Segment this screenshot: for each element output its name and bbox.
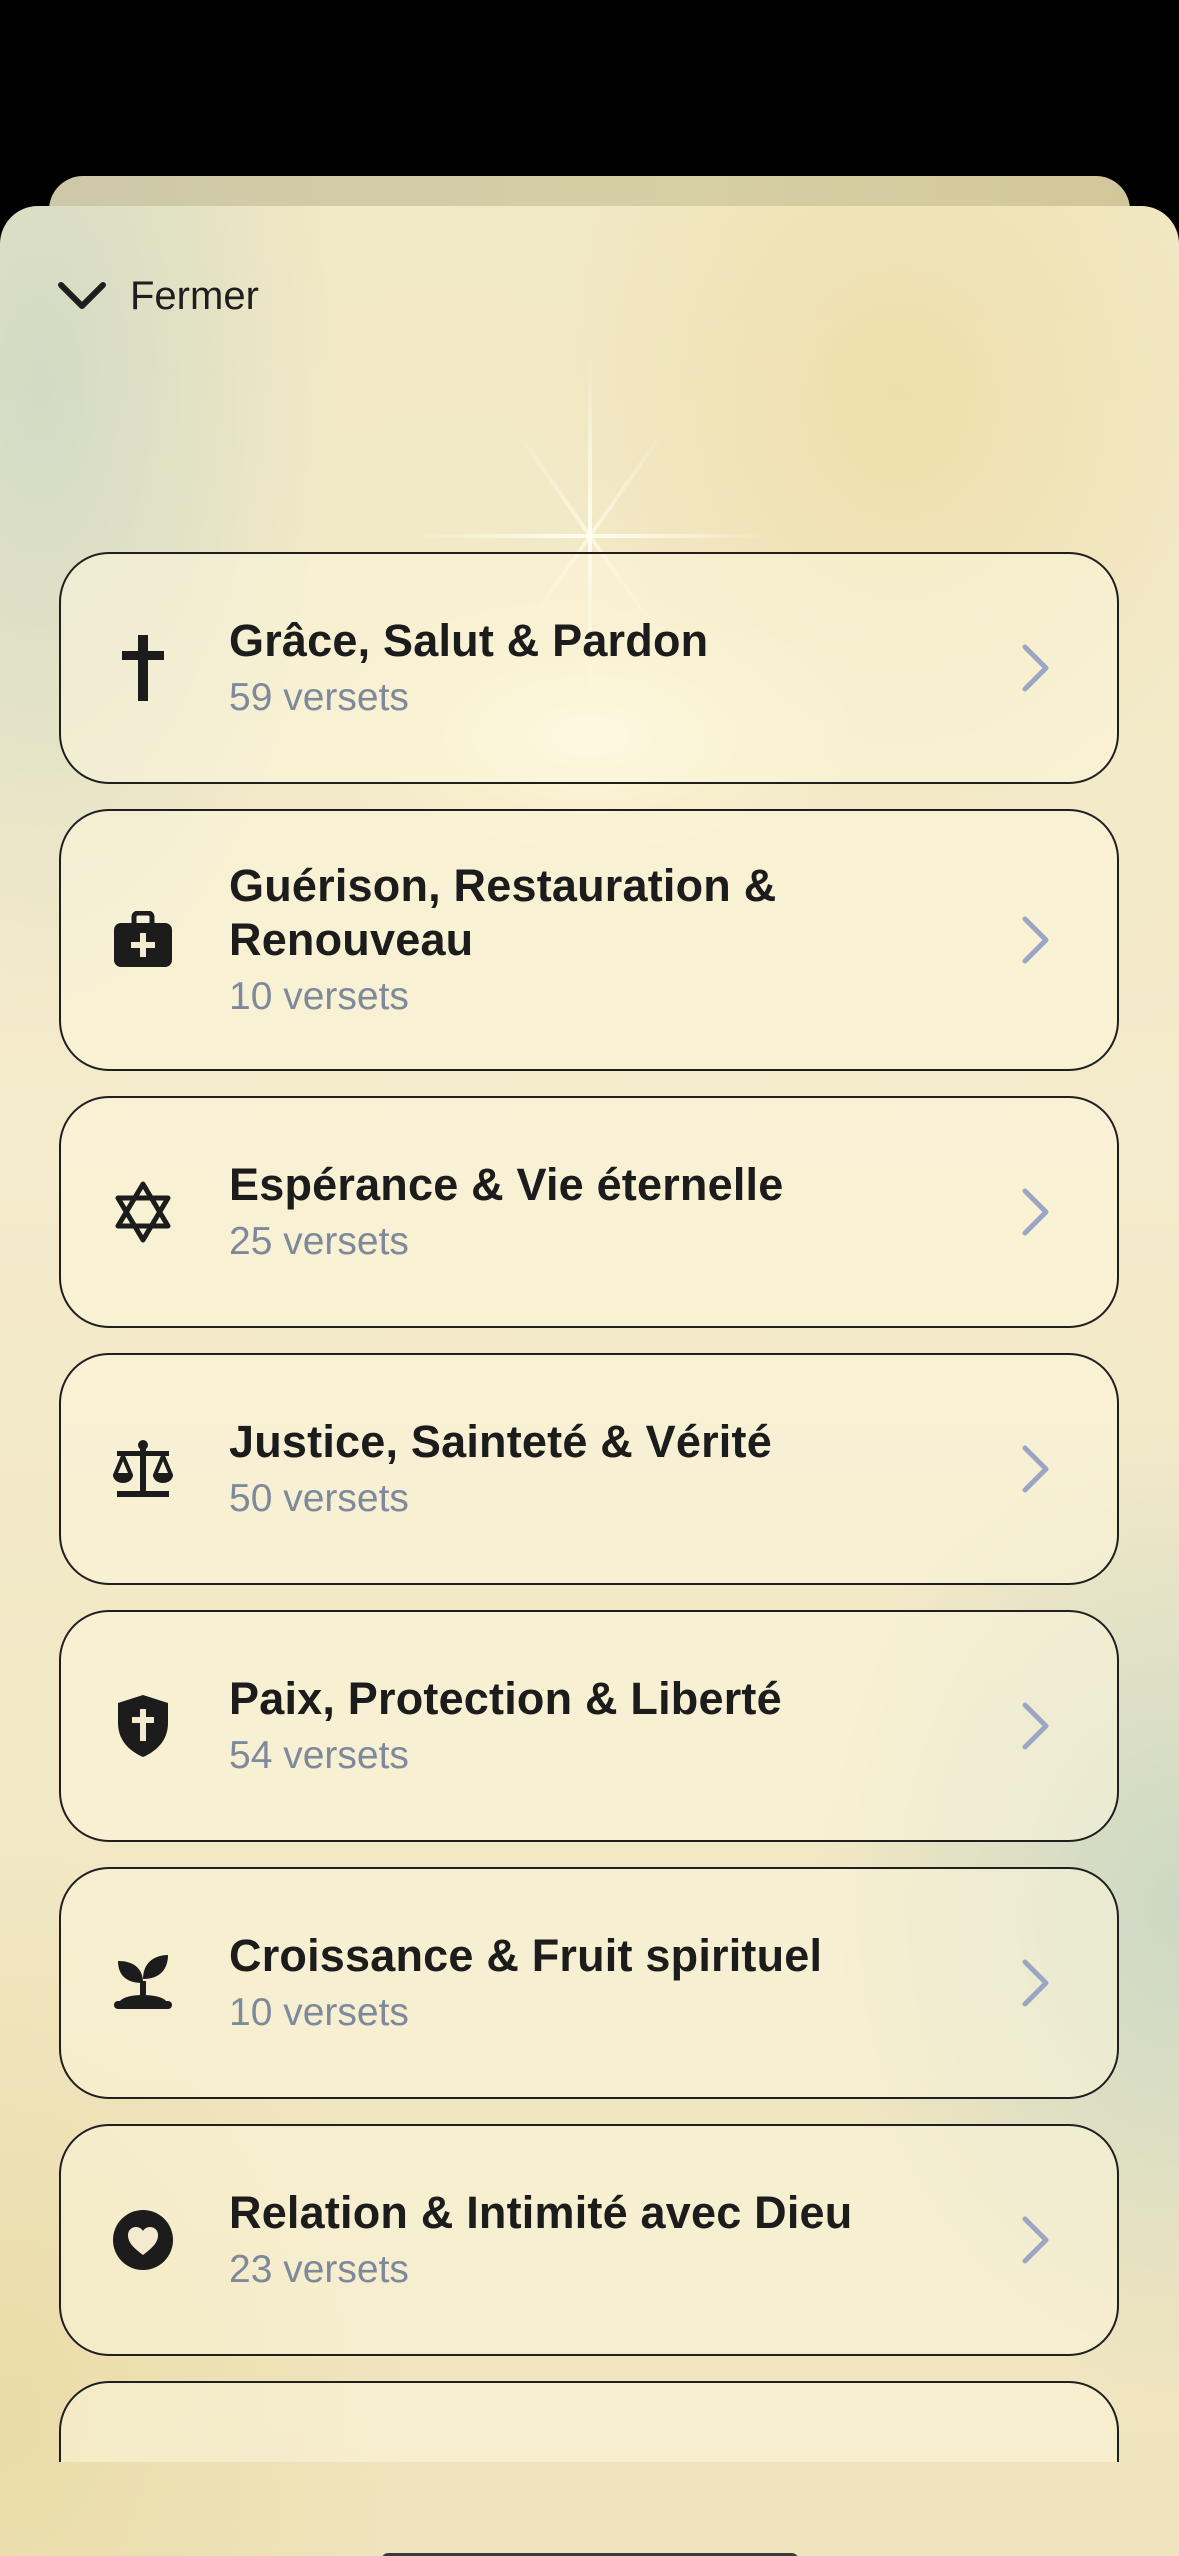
category-title: Croissance & Fruit spirituel	[229, 1930, 823, 1981]
category-card-guerison[interactable]: Guérison, Restauration & Renouveau 10 ve…	[59, 809, 1119, 1071]
category-count: 25 versets	[229, 1220, 409, 1263]
chevron-right-icon	[1019, 1443, 1053, 1500]
category-title: Justice, Sainteté & Vérité	[229, 1416, 772, 1467]
category-count: 10 versets	[229, 1991, 409, 2034]
category-title: Espérance & Vie éternelle	[229, 1159, 784, 1210]
category-card-justice[interactable]: Justice, Sainteté & Vérité 50 versets	[59, 1353, 1119, 1585]
chevron-right-icon	[1019, 642, 1053, 699]
category-count: 50 versets	[229, 1477, 409, 1520]
medical-kit-icon	[111, 908, 175, 972]
close-button[interactable]: Fermer	[56, 266, 259, 326]
category-count: 23 versets	[229, 2248, 409, 2291]
category-card-croissance[interactable]: Croissance & Fruit spirituel 10 versets	[59, 1867, 1119, 2099]
chevron-right-icon	[1019, 1957, 1053, 2014]
category-count: 10 versets	[229, 975, 409, 1018]
category-list[interactable]: Grâce, Salut & Pardon 59 versets Guériso…	[59, 552, 1119, 2462]
chevron-right-icon	[1019, 1186, 1053, 1243]
category-card-grace[interactable]: Grâce, Salut & Pardon 59 versets	[59, 552, 1119, 784]
heart-circle-icon	[111, 2208, 175, 2272]
category-title: Relation & Intimité avec Dieu	[229, 2187, 853, 2238]
chevron-right-icon	[1019, 914, 1053, 971]
chevron-right-icon	[1019, 2214, 1053, 2271]
modal-sheet: Fermer Grâce, Salut & Pardon 59 versets	[0, 206, 1179, 2556]
scales-icon	[111, 1437, 175, 1501]
category-count: 54 versets	[229, 1734, 409, 1777]
category-card-esperance[interactable]: Espérance & Vie éternelle 25 versets	[59, 1096, 1119, 1328]
category-card-partial[interactable]	[59, 2381, 1119, 2462]
chevron-down-icon	[56, 280, 108, 312]
category-card-paix[interactable]: Paix, Protection & Liberté 54 versets	[59, 1610, 1119, 1842]
sprout-icon	[111, 1951, 175, 2015]
close-label: Fermer	[130, 273, 259, 318]
category-title: Paix, Protection & Liberté	[229, 1673, 782, 1724]
chevron-right-icon	[1019, 1700, 1053, 1757]
category-card-relation[interactable]: Relation & Intimité avec Dieu 23 versets	[59, 2124, 1119, 2356]
star-of-david-icon	[111, 1180, 175, 1244]
category-title: Grâce, Salut & Pardon	[229, 615, 709, 666]
category-title: Guérison, Restauration & Renouveau	[229, 860, 777, 965]
shield-cross-icon	[111, 1694, 175, 1758]
category-count: 59 versets	[229, 676, 409, 719]
cross-icon	[111, 635, 175, 701]
